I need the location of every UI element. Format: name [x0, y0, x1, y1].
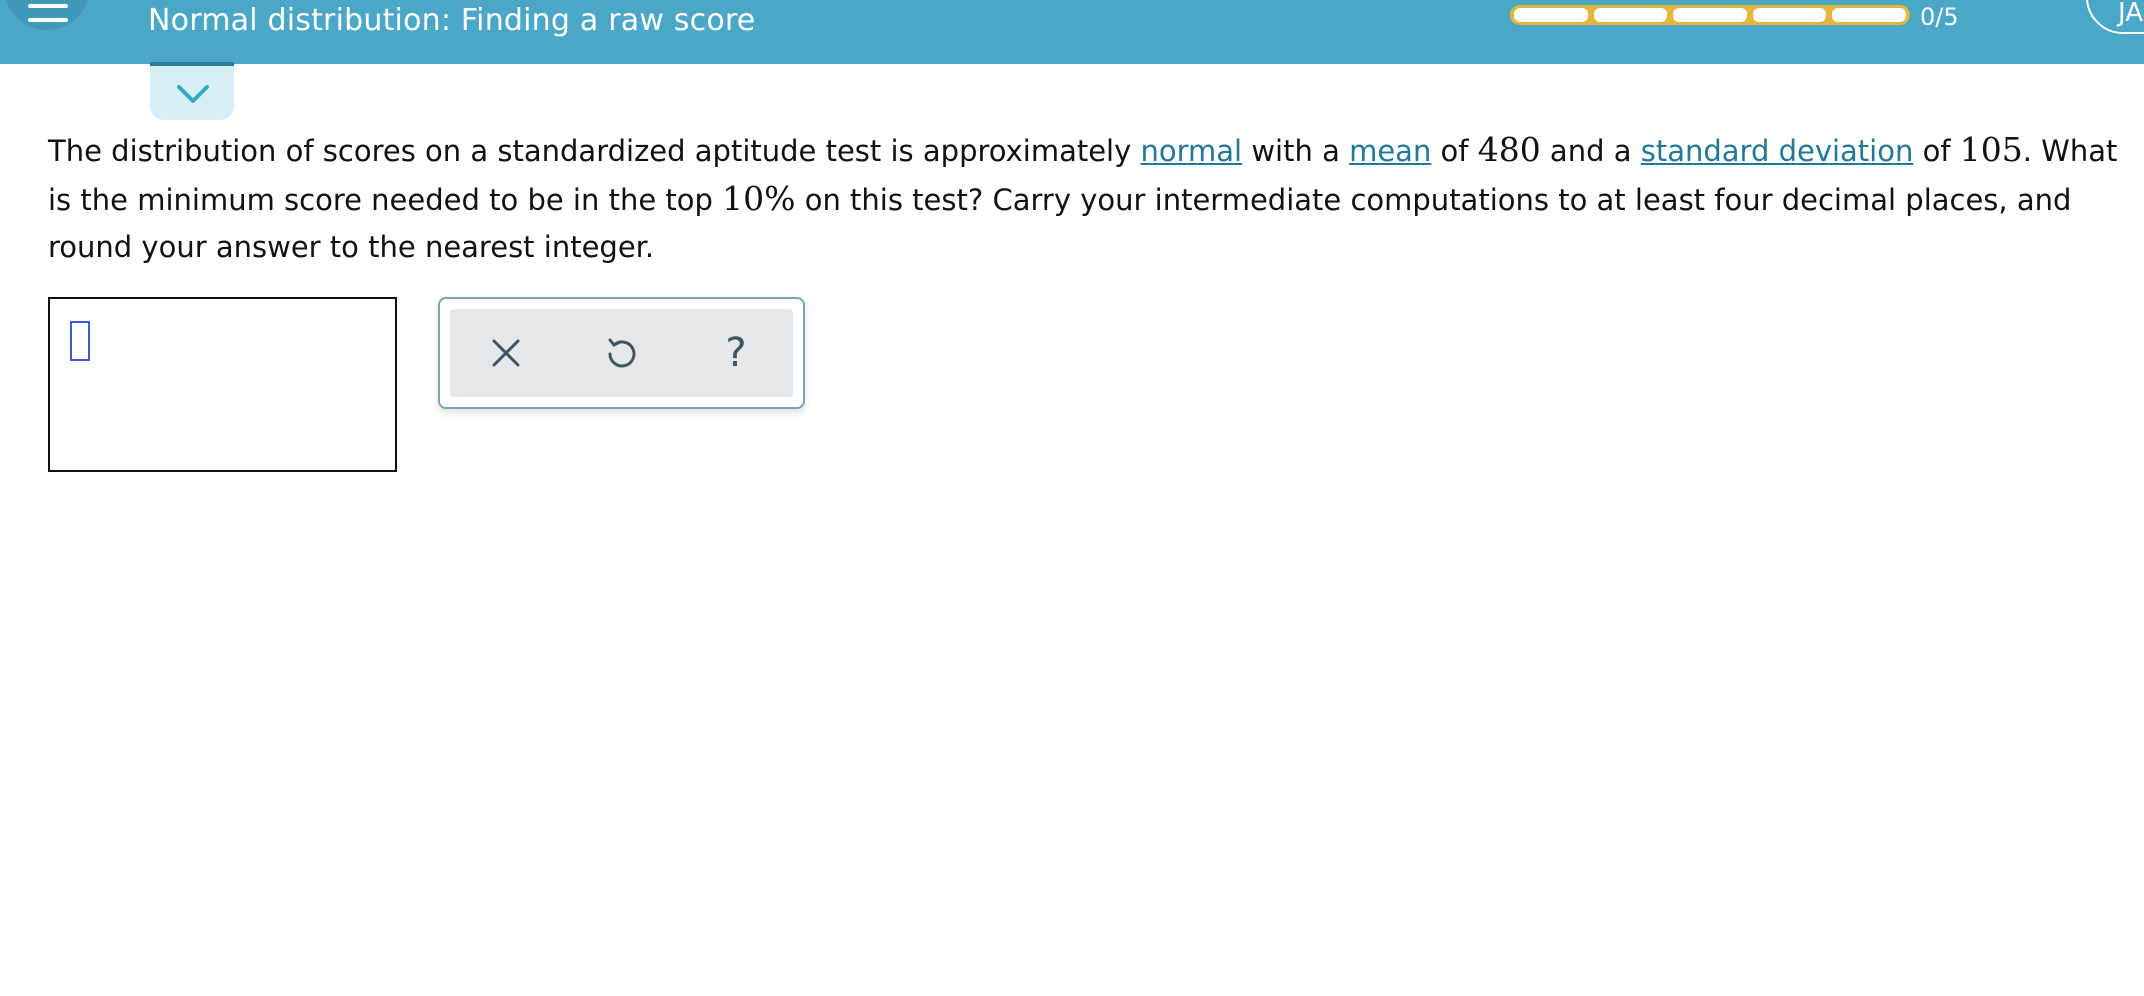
page-title: Normal distribution: Finding a raw score: [148, 3, 756, 38]
progress-segment: [1752, 8, 1827, 22]
answer-toolbox: ?: [438, 297, 805, 409]
chevron-down-icon: [177, 85, 209, 103]
progress-segment: [1514, 8, 1588, 22]
toolbox-panel: ?: [450, 309, 793, 397]
question-segment: of: [1431, 134, 1478, 168]
mean-value: 480: [1477, 130, 1541, 169]
percent-value: 10%: [722, 179, 796, 218]
collapse-toggle-button[interactable]: [150, 62, 234, 120]
question-segment: of: [1913, 134, 1960, 168]
help-icon: ?: [725, 330, 747, 376]
progress-segment: [1593, 8, 1668, 22]
avatar[interactable]: JA: [2086, 0, 2144, 34]
hamburger-menu-icon: [28, 4, 68, 8]
help-button[interactable]: ?: [708, 325, 764, 381]
question-segment: with a: [1242, 134, 1350, 168]
progress-segment: [1673, 8, 1747, 22]
menu-button[interactable]: [4, 0, 90, 30]
link-normal[interactable]: normal: [1141, 134, 1243, 168]
undo-button[interactable]: [593, 325, 649, 381]
close-icon: [492, 339, 520, 367]
input-cursor: [70, 321, 90, 361]
link-standard-deviation[interactable]: standard deviation: [1641, 134, 1914, 168]
progress-count: 0/5: [1920, 3, 1959, 31]
clear-button[interactable]: [478, 325, 534, 381]
link-mean[interactable]: mean: [1349, 134, 1431, 168]
question-segment: The distribution of scores on a standard…: [48, 134, 1141, 168]
question-text: The distribution of scores on a standard…: [48, 126, 2138, 271]
undo-icon: [608, 338, 636, 368]
progress-bar: [1510, 5, 1910, 25]
progress-segment: [1832, 8, 1906, 22]
avatar-initials: JA: [2118, 0, 2143, 28]
answer-input[interactable]: [48, 297, 397, 472]
sd-value: 105: [1959, 130, 2023, 169]
top-header: Normal distribution: Finding a raw score…: [0, 0, 2144, 64]
question-segment: and a: [1540, 134, 1641, 168]
hamburger-menu-icon-bar: [28, 18, 68, 22]
